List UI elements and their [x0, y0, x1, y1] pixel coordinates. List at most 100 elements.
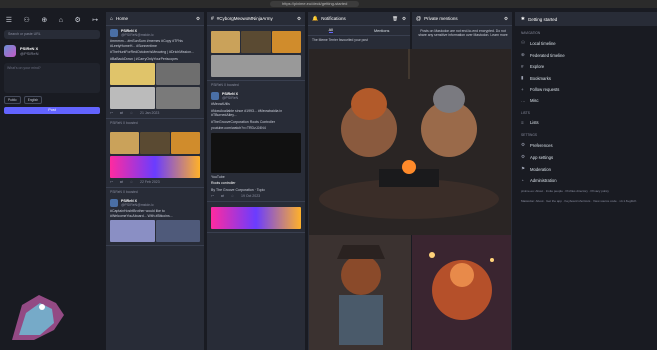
status-media[interactable] — [110, 220, 155, 242]
nav-follow-requests[interactable]: + Follow requests — [515, 84, 657, 95]
status[interactable]: PSIReN X @PSIReN@mstdn.ic #mmmm... #mSunS… — [106, 26, 204, 119]
status-media[interactable] — [271, 31, 301, 53]
nav-lists[interactable]: ≡ Lists — [515, 117, 657, 128]
nav-label: Local timeline — [530, 40, 556, 46]
avatar[interactable] — [110, 199, 118, 207]
gear-icon: ⚙ — [521, 142, 526, 147]
avatar[interactable] — [211, 92, 219, 100]
status-media[interactable] — [110, 87, 155, 109]
boost-label: PSIReN X boosted — [110, 190, 138, 194]
nav-federated-timeline[interactable]: ⊕ Federated timeline — [515, 49, 657, 61]
favourite-icon[interactable]: ☆ — [231, 194, 234, 198]
column-settings-icon[interactable]: ⚙ — [504, 16, 508, 22]
settings-icon[interactable]: ⚙ — [74, 16, 80, 24]
browser-bar: https://pixime.eu/deck/getting-started — [0, 0, 657, 8]
bell-icon: 🔔 — [312, 15, 319, 22]
status[interactable]: PSIReN X @PSIReN #MeowlUtils #NowAvailabl… — [207, 89, 305, 202]
nav-label: Lists — [530, 120, 539, 125]
language-select[interactable]: English — [23, 96, 43, 104]
boost-label: PSIReN X boosted — [110, 121, 138, 125]
status-media[interactable] — [170, 132, 200, 154]
home-icon[interactable]: ⌂ — [59, 17, 63, 24]
status-date[interactable]: 21 Jan 2023 — [140, 111, 159, 115]
nav-app-settings[interactable]: ⚙ App settings — [515, 151, 657, 163]
home-icon: ⌂ — [110, 15, 114, 22]
status[interactable] — [207, 26, 305, 81]
status-media[interactable] — [110, 63, 155, 85]
search-input[interactable]: Search or paste URL — [4, 30, 100, 39]
status-media[interactable] — [155, 63, 200, 85]
reply-icon[interactable]: ↩ — [110, 111, 113, 115]
clear-icon[interactable]: 🗑 — [392, 16, 398, 22]
tachometer-icon: ◔ — [521, 178, 524, 183]
card-title[interactable]: Roots controller — [211, 181, 301, 186]
reply-icon[interactable]: ↩ — [110, 180, 113, 184]
top-nav: ☰ ⚇ ⊕ ⌂ ⚙ ↦ — [0, 10, 104, 30]
status-link[interactable]: youtube.com/watch?v=TRDzJJ4N4 — [211, 126, 301, 131]
avatar[interactable] — [110, 29, 118, 37]
status-tags[interactable]: #TheGrooveCorporation Roots Controller — [211, 120, 301, 125]
nav-moderation[interactable]: ⚑ Moderation — [515, 163, 657, 175]
status-media[interactable] — [211, 55, 301, 77]
column-settings-icon[interactable]: ⚙ — [196, 16, 200, 22]
logout-icon[interactable]: ↦ — [92, 16, 98, 24]
menu-icon[interactable]: ☰ — [6, 16, 12, 24]
nav-administration[interactable]: ◔ Administration — [515, 175, 657, 186]
status-media[interactable] — [241, 31, 271, 53]
status[interactable]: PSIReN X @PSIReN@mstdn.ic #CaptainHoshtBr… — [106, 196, 204, 246]
nav-preferences[interactable]: ⚙ Preferences — [515, 139, 657, 151]
status-media[interactable] — [110, 132, 140, 154]
column-settings-icon[interactable]: ⚙ — [402, 16, 406, 22]
status-tags[interactable]: #BaBackDown | #CarryOnlyYourPeriscopes — [110, 57, 200, 62]
footer-mastodon[interactable]: Mastodon: About · Get the app · Keyboard… — [515, 196, 657, 206]
status-media[interactable] — [110, 156, 200, 178]
ellipsis-icon: … — [521, 98, 526, 103]
section-label: LISTS — [521, 111, 530, 115]
boost-icon[interactable]: ⇄ — [120, 111, 123, 115]
status[interactable] — [207, 202, 305, 233]
address-bar[interactable]: https://pixime.eu/deck/getting-started — [270, 1, 360, 7]
status-date[interactable]: 22 Feb 2023 — [140, 180, 160, 184]
post-button[interactable]: Post — [4, 107, 100, 114]
cog-icon: ⚙ — [521, 154, 526, 159]
nav-label: Preferences — [530, 142, 553, 148]
visibility-select[interactable]: Public — [4, 96, 21, 104]
video-card-thumbnail[interactable] — [211, 132, 301, 173]
status-date[interactable]: 19 Oct 2023 — [241, 194, 260, 198]
status-media[interactable] — [211, 207, 301, 229]
status-media[interactable] — [211, 31, 241, 53]
status[interactable]: ↩ ⇄ ☆ 22 Feb 2023 — [106, 127, 204, 188]
boost-icon[interactable]: ⇄ — [221, 194, 224, 198]
boost-label: PSIReN X boosted — [211, 83, 239, 87]
card-provider: YouTube — [211, 174, 225, 179]
column-title: #CyborgMeowoMNinjaArmy — [216, 16, 273, 21]
status-media[interactable] — [140, 132, 170, 154]
notification-item[interactable]: The Meme Terrier favourited your post — [308, 36, 410, 44]
avatar[interactable] — [4, 45, 16, 57]
nav-label: Follow requests — [530, 87, 560, 92]
globe-icon[interactable]: ⊕ — [41, 16, 47, 24]
favourite-icon[interactable]: ☆ — [130, 111, 133, 115]
compose-textarea[interactable]: What's on your mind? — [4, 63, 100, 93]
favourite-icon[interactable]: ☆ — [130, 180, 133, 184]
nav-misc[interactable]: … Misc — [515, 95, 657, 106]
nav-explore[interactable]: # Explore — [515, 61, 657, 72]
tab-mentions[interactable]: Mentions — [374, 29, 389, 33]
footer-links[interactable]: pixime.eu: About · Invite people · Profi… — [515, 186, 657, 196]
notifications-header: 🔔 Notifications 🗑 ⚙ — [308, 12, 410, 26]
nav-local-timeline[interactable]: ⚇ Local timeline — [515, 37, 657, 49]
tab-all[interactable]: All — [328, 28, 333, 33]
boost-icon[interactable]: ⇄ — [120, 180, 123, 184]
status-media[interactable] — [155, 87, 200, 109]
handle: @PSIReN — [20, 51, 39, 56]
home-column: ⌂ Home ⚙ PSIReN X @PSIReN@mstdn.ic #mmmm.… — [106, 12, 204, 350]
getting-started-column: ✱ Getting started NAVIGATION ⚇ Local time… — [515, 12, 657, 350]
hashtag-icon: # — [211, 15, 214, 22]
people-icon[interactable]: ⚇ — [24, 16, 30, 24]
status-media[interactable] — [155, 220, 200, 242]
nav-bookmarks[interactable]: ▮ Bookmarks — [515, 72, 657, 84]
bookmark-icon: ▮ — [521, 75, 524, 80]
private-mentions-header: @ Private mentions ⚙ — [412, 12, 512, 26]
column-settings-icon[interactable]: ⚙ — [297, 16, 301, 22]
reply-icon[interactable]: ↩ — [211, 194, 214, 198]
